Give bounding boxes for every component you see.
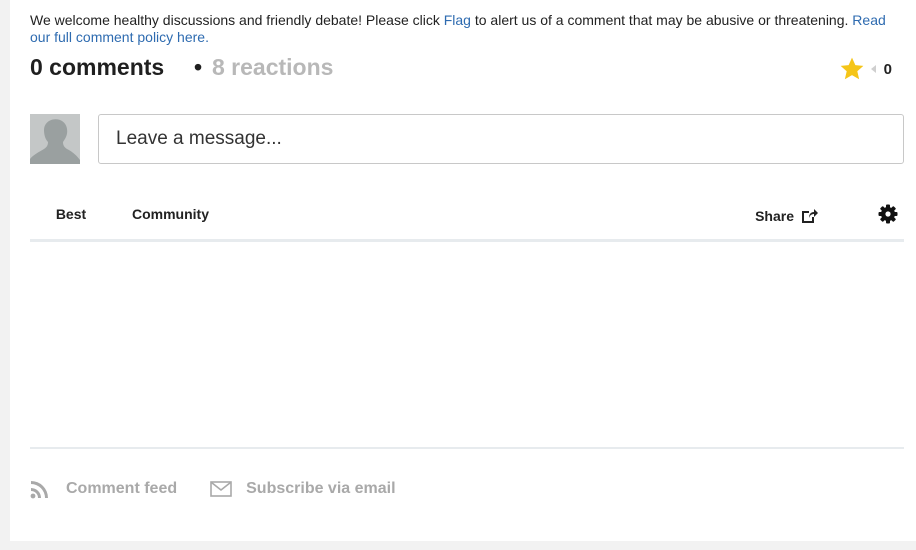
comment-count[interactable]: 0 comments [30,54,164,81]
rss-icon[interactable] [30,479,50,499]
share-button[interactable]: Share [755,198,818,234]
footer-divider [30,447,904,449]
subscribe-email-link[interactable]: Subscribe via email [246,480,395,498]
reactions-count[interactable]: 8 reactions [212,54,333,81]
star-icon[interactable] [839,56,865,82]
comment-count-row: 0 comments • 8 reactions 0 [30,54,902,84]
envelope-icon[interactable] [210,481,232,497]
flag-link[interactable]: Flag [444,12,471,28]
tab-community[interactable]: Community [132,198,209,239]
policy-text-start: We welcome healthy discussions and frien… [30,12,444,28]
tabs-divider [30,239,904,242]
share-icon [802,209,818,223]
comment-feed-link[interactable]: Comment feed [66,480,177,498]
comment-policy-notice: We welcome healthy discussions and frien… [30,12,890,46]
sort-tabs-bar: Best Community Share [30,198,904,242]
feed-links: Comment feed Subscribe via email [30,476,396,502]
message-input[interactable]: Leave a message... [98,114,904,164]
rating-count: 0 [883,60,892,78]
policy-text-middle: to alert us of a comment that may be abu… [470,12,853,28]
comments-panel: We welcome healthy discussions and frien… [10,0,916,541]
caret-left-icon [870,65,876,73]
count-separator: • [194,54,203,80]
share-label: Share [755,208,794,224]
gear-icon[interactable] [878,204,898,224]
user-silhouette-icon [30,114,80,164]
recommend-rating[interactable]: 0 [839,56,892,82]
tab-best[interactable]: Best [30,198,112,239]
avatar [30,114,80,164]
